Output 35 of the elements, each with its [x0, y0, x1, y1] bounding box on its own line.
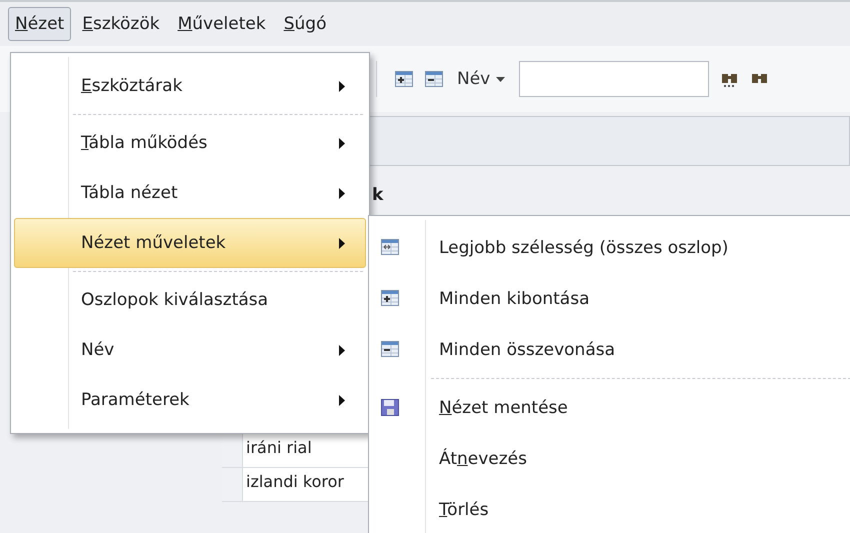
name-dropdown[interactable]: Név	[455, 67, 508, 91]
menu-item[interactable]: Tábla működés	[14, 118, 366, 168]
menu-item[interactable]: Nézet műveletek	[14, 218, 366, 268]
menu-item[interactable]: Legjobb szélesség (összes oszlop)	[369, 222, 850, 273]
menu-bar-item[interactable]: Eszközök	[75, 7, 167, 41]
menu-bar-item[interactable]: Műveletek	[170, 7, 273, 41]
submenu-arrow-icon	[339, 394, 345, 406]
table-expand-icon[interactable]	[395, 70, 413, 88]
menu-item[interactable]: Oszlopok kiválasztása	[14, 275, 366, 325]
search-field[interactable]	[519, 61, 710, 97]
submenu-arrow-icon	[339, 80, 345, 92]
table-expand-icon	[381, 290, 399, 307]
menu-item[interactable]: Minden összevonása	[369, 324, 850, 375]
caret-icon	[496, 76, 506, 82]
menu-bar-item[interactable]: Nézet	[8, 7, 72, 41]
table-cell-text: izlandi koror	[245, 471, 345, 493]
column-width-icon	[381, 239, 399, 256]
menu-item[interactable]: Átnevezés	[369, 433, 850, 484]
menu-item[interactable]: Nézet mentése	[369, 382, 850, 433]
submenu-arrow-icon	[339, 238, 345, 248]
table-cell-text: iráni rial	[245, 437, 313, 459]
submenu-arrow-icon	[339, 138, 345, 148]
submenu-arrow-icon	[339, 188, 345, 198]
table-collapse-icon	[381, 341, 399, 358]
submenu-arrow-icon	[339, 344, 345, 356]
menu-item[interactable]: Paraméterek	[14, 375, 366, 425]
column-header: k	[372, 185, 384, 205]
menu-item[interactable]: Eszköztárak	[14, 61, 366, 111]
binoculars-icon[interactable]	[721, 71, 740, 87]
menu-item[interactable]: Törlés	[369, 484, 850, 533]
menu-item[interactable]: Minden kibontása	[369, 273, 850, 324]
menu-item[interactable]: Tábla nézet	[14, 168, 366, 218]
menu-item[interactable]: Név	[14, 325, 366, 375]
menu-bar-item[interactable]: Súgó	[276, 7, 334, 41]
table-collapse-icon[interactable]	[425, 70, 443, 88]
